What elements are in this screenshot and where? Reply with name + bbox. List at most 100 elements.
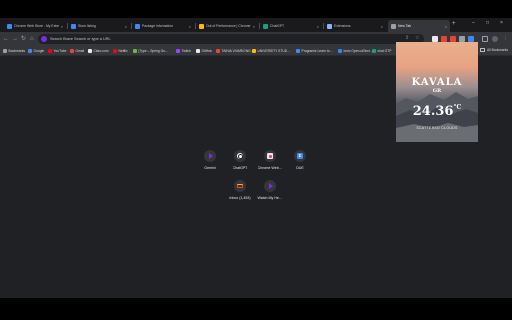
address-bar[interactable]: Search Brave Search or type a URL xyxy=(38,34,424,44)
weather-condition: SCATTERED CLOUDS xyxy=(416,126,458,130)
bookmark-label: Google xyxy=(33,49,45,53)
bookmark-favicon xyxy=(196,49,200,53)
shortcut-gemini[interactable]: Gemini xyxy=(195,150,225,176)
bookmark-favicon xyxy=(48,49,52,53)
tab-title: ChatGPT xyxy=(270,24,285,28)
back-icon[interactable]: ← xyxy=(3,35,9,43)
browser-window: Chrome Web Store - My Exten × Store list… xyxy=(0,18,512,298)
weather-widget: KAVALA GR 24.36°C SCATTERED CLOUDS xyxy=(396,42,478,142)
bookmark-favicon xyxy=(88,49,92,53)
maximize-icon[interactable]: □ xyxy=(486,20,489,26)
bookmark-favicon xyxy=(372,49,376,53)
bookmark-favicon xyxy=(28,49,32,53)
shortcut-chrome-web-store[interactable]: Chrome Web… xyxy=(255,150,285,176)
bookmark-label: chat GTP xyxy=(377,49,392,53)
tab-chatgpt[interactable]: ChatGPT × xyxy=(260,20,322,32)
bookmark-item[interactable]: Twitch xyxy=(176,48,191,54)
shortcut-label: ChatGPT xyxy=(232,166,248,170)
shortcut-tile xyxy=(234,180,246,192)
gmail-icon xyxy=(237,183,243,189)
tab-favicon xyxy=(71,23,76,29)
bookmark-label: GitHub xyxy=(201,49,212,53)
bookmark-label: Netflix xyxy=(118,49,128,53)
close-icon[interactable]: × xyxy=(61,24,63,29)
tab-chrome-web-store[interactable]: Chrome Web Store - My Exten × xyxy=(4,20,66,32)
bookmark-favicon xyxy=(216,49,220,53)
tab-title: New Tab xyxy=(398,24,412,28)
bookmark-item[interactable]: Ionic Open-uElect… xyxy=(338,48,373,54)
tab-out-of-performance[interactable]: Out of Performance | Chrome × xyxy=(196,20,258,32)
close-icon[interactable]: × xyxy=(381,24,383,29)
play-icon xyxy=(208,153,213,159)
bookmark-item[interactable]: chat GTP xyxy=(372,48,391,54)
shortcut-tile xyxy=(234,150,246,162)
sidebar-icon[interactable] xyxy=(482,36,488,42)
play-icon xyxy=(268,183,273,189)
close-icon[interactable]: × xyxy=(445,24,447,29)
bookmark-item[interactable]: Gmail xyxy=(70,48,84,54)
bookmark-favicon xyxy=(3,49,7,53)
forward-icon[interactable]: → xyxy=(12,35,18,43)
bookmark-item[interactable]: Claro.com xyxy=(88,48,109,54)
new-tab-button[interactable]: + xyxy=(452,21,456,27)
bookmark-item[interactable]: Programiz Learn to… xyxy=(296,48,333,54)
shortcut-label: Gemini xyxy=(204,166,216,170)
chatgpt-icon xyxy=(237,153,243,159)
bookmark-item[interactable]: YouTube xyxy=(48,48,66,54)
e-icon: Σ xyxy=(297,153,303,159)
bookmark-item[interactable]: UNIVERSITY STUD… xyxy=(252,48,290,54)
bookmark-label: Bookmarks xyxy=(8,49,26,53)
bookmark-item[interactable]: TAINIA VIVARIONG… xyxy=(216,48,254,54)
share-icon[interactable]: ⇪ xyxy=(405,35,409,41)
reload-icon[interactable]: ↻ xyxy=(21,35,26,43)
tab-favicon xyxy=(199,23,204,29)
tab-title: Out of Performance | Chrome xyxy=(206,24,251,28)
close-icon[interactable]: × xyxy=(253,24,255,29)
shortcut-due[interactable]: Σ DUE xyxy=(285,150,315,176)
bookmark-label: Programiz Learn to… xyxy=(301,49,333,53)
tab-favicon xyxy=(263,23,268,29)
tab-title: Store listing xyxy=(78,24,96,28)
tab-new-tab[interactable]: New Tab × xyxy=(388,20,450,32)
shortcut-label: Inbox (1,453) xyxy=(229,196,251,200)
star-icon[interactable]: ☆ xyxy=(415,35,419,41)
address-placeholder: Search Brave Search or type a URL xyxy=(50,37,111,41)
bookmark-item[interactable]: Bookmarks xyxy=(3,48,25,54)
avatar[interactable] xyxy=(492,36,498,42)
all-bookmarks-button[interactable]: All Bookmarks xyxy=(480,48,508,52)
bookmark-item[interactable]: Google xyxy=(28,48,44,54)
close-icon[interactable]: × xyxy=(189,24,191,29)
shortcut-inbox[interactable]: Inbox (1,453) xyxy=(225,180,255,206)
temperature-value: 24.36 xyxy=(412,104,454,119)
bookmark-item[interactable]: GitHub xyxy=(196,48,212,54)
minimize-icon[interactable]: – xyxy=(472,20,475,26)
tab-strip: Chrome Web Store - My Exten × Store list… xyxy=(0,18,512,32)
tab-extensions[interactable]: Extensions × xyxy=(324,20,386,32)
close-window-icon[interactable]: × xyxy=(500,20,503,26)
tab-favicon xyxy=(327,23,332,29)
tab-title: Package information xyxy=(142,24,173,28)
tab-package-information[interactable]: Package information × xyxy=(132,20,194,32)
tab-favicon xyxy=(391,23,396,29)
weather-temperature: 24.36°C xyxy=(396,104,478,119)
all-bookmarks-label: All Bookmarks xyxy=(487,48,509,52)
bookmark-label: UNIVERSITY STUD… xyxy=(257,49,291,53)
shortcut-watch[interactable]: Watch My He… xyxy=(255,180,285,206)
bookmark-label: TAINIA VIVARIONG… xyxy=(221,49,255,53)
shortcut-tile: Σ xyxy=(294,150,306,162)
bookmark-item[interactable]: [Type – Spring Gu… xyxy=(133,48,168,54)
bookmark-favicon xyxy=(176,49,180,53)
bookmark-label: Twitch xyxy=(181,49,191,53)
bookmark-favicon xyxy=(338,49,342,53)
shortcut-tile xyxy=(264,180,276,192)
menu-icon[interactable]: ⋮ xyxy=(503,35,508,41)
close-icon[interactable]: × xyxy=(317,24,319,29)
bookmark-favicon xyxy=(133,49,137,53)
shortcut-chatgpt[interactable]: ChatGPT xyxy=(225,150,255,176)
bookmark-item[interactable]: Netflix xyxy=(113,48,128,54)
close-icon[interactable]: × xyxy=(125,24,127,29)
home-icon[interactable]: ⌂ xyxy=(30,35,34,43)
bookmark-favicon xyxy=(296,49,300,53)
tab-title: Chrome Web Store - My Exten xyxy=(14,24,59,28)
tab-store-listing[interactable]: Store listing × xyxy=(68,20,130,32)
